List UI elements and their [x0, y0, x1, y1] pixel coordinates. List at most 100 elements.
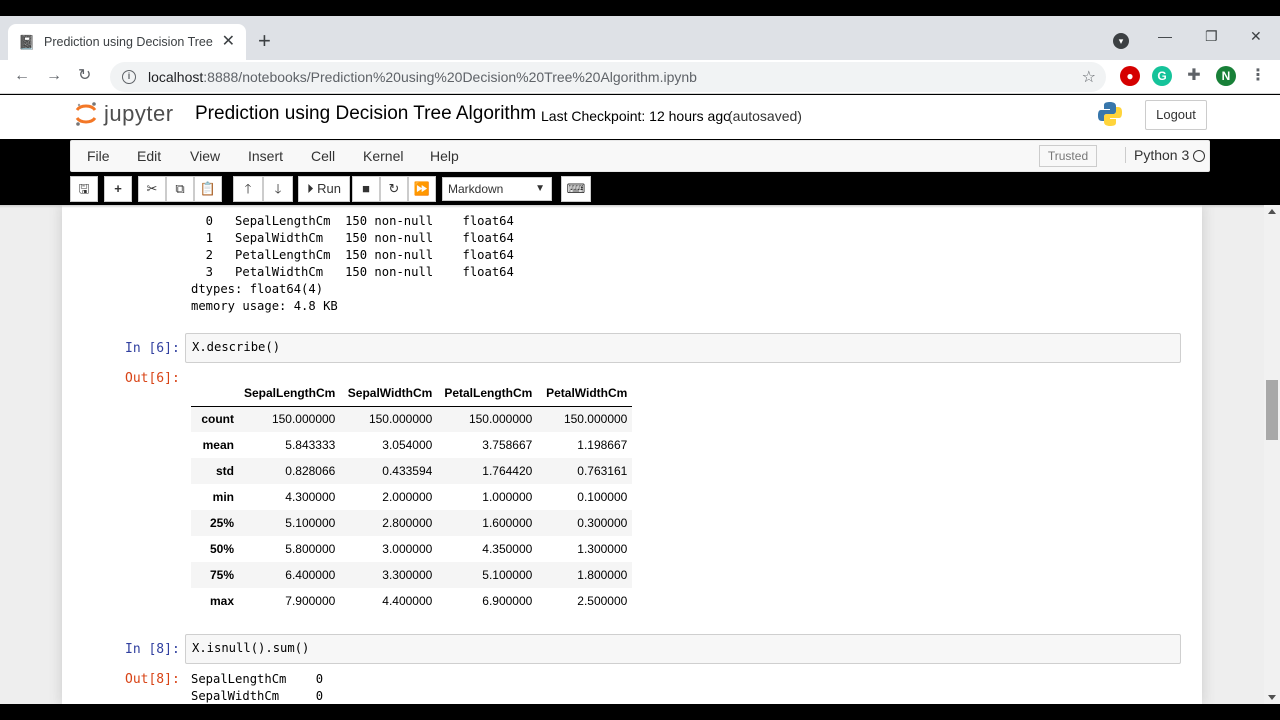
save-icon[interactable]: 🖫	[70, 176, 98, 202]
table-cell: 5.800000	[285, 542, 336, 556]
row-index: 50%	[209, 542, 234, 556]
scroll-up-icon[interactable]	[1268, 209, 1276, 214]
forward-arrow-icon[interactable]: →	[46, 66, 62, 86]
site-info-icon[interactable]: i	[122, 70, 136, 84]
bookmark-star-icon[interactable]: ☆	[1082, 67, 1096, 87]
table-cell: 4.300000	[285, 490, 336, 504]
table-cell: 0.763161	[577, 464, 628, 478]
logout-button[interactable]: Logout	[1145, 100, 1207, 130]
row-index: mean	[202, 438, 234, 452]
menu-view[interactable]: View	[190, 148, 220, 164]
kernel-name[interactable]: Python 3	[1125, 147, 1189, 163]
url-host: localhost	[148, 69, 204, 85]
jupyter-favicon-icon: 📓	[18, 34, 36, 50]
column-header: PetalLengthCm	[437, 380, 538, 407]
copy-icon[interactable]: ⧉	[166, 176, 194, 202]
cell6-input[interactable]: X.describe()	[185, 333, 1181, 363]
paste-icon[interactable]: 📋	[194, 176, 222, 202]
table-cell: 3.300000	[382, 568, 433, 582]
info-memory: memory usage: 4.8 KB	[191, 299, 338, 313]
minimize-button[interactable]: —	[1158, 28, 1172, 44]
table-row: max 7.900000 4.400000 6.900000 2.500000	[191, 588, 632, 614]
move-down-icon[interactable]: 🡓	[263, 176, 293, 202]
new-tab-button[interactable]: +	[258, 28, 271, 54]
browser-tabstrip: 📓 Prediction using Decision Tree Al ✕ + …	[0, 16, 1280, 60]
table-cell: 0.300000	[577, 516, 628, 530]
cut-icon[interactable]: ✂	[138, 176, 166, 202]
interrupt-icon[interactable]: ■	[352, 176, 380, 202]
cell8-in-prompt: In [8]:	[125, 642, 180, 657]
isnull-line: SepalWidthCm 0	[191, 689, 324, 703]
table-cell: 1.600000	[482, 516, 533, 530]
table-row: 75% 6.400000 3.300000 5.100000 1.800000	[191, 562, 633, 588]
table-cell: 1.800000	[577, 568, 628, 582]
jupyter-logo-text: jupyter	[104, 101, 174, 126]
menu-kernel[interactable]: Kernel	[363, 148, 403, 164]
table-cell: 5.100000	[285, 516, 336, 530]
row-index: 75%	[209, 568, 234, 582]
isnull-line: SepalLengthCm 0	[191, 672, 324, 686]
table-cell: 0.828066	[285, 464, 336, 478]
info-row: 0 SepalLengthCm 150 non-null float64	[191, 214, 514, 228]
notebook-page: --- ------ -------------- ----- 0 SepalL…	[62, 205, 1202, 704]
extensions-puzzle-icon[interactable]: ✚	[1184, 66, 1204, 86]
browser-toolbar: ← → ↻ i localhost:8888/notebooks/Predict…	[0, 60, 1280, 94]
top-letterbox	[0, 0, 1280, 16]
table-row: 50% 5.800000 3.000000 4.350000 1.300000	[191, 536, 632, 562]
restore-button[interactable]: ❐	[1205, 28, 1218, 45]
table-cell: 1.000000	[482, 490, 533, 504]
menu-edit[interactable]: Edit	[137, 148, 161, 164]
browser-menu-icon[interactable]: ⋮	[1248, 66, 1268, 86]
table-cell: 5.843333	[285, 438, 336, 452]
menu-cell[interactable]: Cell	[311, 148, 335, 164]
column-header: SepalLengthCm	[239, 380, 341, 407]
profile-avatar[interactable]: N	[1216, 66, 1236, 86]
python-logo-icon	[1098, 102, 1122, 126]
adblock-extension-icon[interactable]: ●	[1120, 66, 1140, 86]
scrollbar-thumb[interactable]	[1266, 380, 1278, 440]
tab-search-icon[interactable]: ▾	[1113, 33, 1129, 49]
jupyter-logo[interactable]: jupyter	[74, 100, 174, 128]
keyboard-icon[interactable]: ⌨	[561, 176, 591, 202]
address-bar[interactable]: i localhost:8888/notebooks/Prediction%20…	[110, 62, 1106, 92]
table-row: std 0.828066 0.433594 1.764420 0.763161	[191, 458, 633, 484]
grammarly-extension-icon[interactable]: G	[1152, 66, 1172, 86]
table-cell: 5.100000	[482, 568, 533, 582]
menu-insert[interactable]: Insert	[248, 148, 283, 164]
tab-close-icon[interactable]: ✕	[221, 34, 236, 50]
table-cell: 150.000000	[468, 412, 533, 427]
page-scrollbar[interactable]	[1264, 205, 1280, 704]
table-header-row: SepalLengthCm SepalWidthCm PetalLengthCm…	[191, 380, 633, 407]
run-button[interactable]: ⏵ Run	[298, 176, 350, 202]
menu-help[interactable]: Help	[430, 148, 459, 164]
back-arrow-icon[interactable]: ←	[14, 66, 30, 86]
browser-tab[interactable]: 📓 Prediction using Decision Tree Al ✕	[8, 24, 246, 60]
table-cell: 6.900000	[482, 594, 533, 608]
table-cell: 7.900000	[285, 594, 336, 608]
menu-file[interactable]: File	[87, 148, 110, 164]
cell8-input[interactable]: X.isnull().sum()	[185, 634, 1181, 664]
url-path: :8888/notebooks/Prediction%20using%20Dec…	[203, 69, 697, 85]
scroll-down-icon[interactable]	[1268, 695, 1276, 700]
move-up-icon[interactable]: 🡑	[233, 176, 263, 202]
cell6-in-prompt: In [6]:	[125, 341, 180, 356]
table-row: mean 5.843333 3.054000 3.758667 1.198667	[191, 432, 632, 458]
checkpoint-status: Last Checkpoint: 12 hours ago	[541, 108, 731, 124]
restart-icon[interactable]: ↻	[380, 176, 408, 202]
close-window-button[interactable]: ✕	[1250, 28, 1262, 45]
index-header	[191, 380, 239, 407]
fast-forward-icon[interactable]: ⏩	[408, 176, 436, 202]
row-index: std	[216, 464, 234, 478]
table-cell: 3.758667	[482, 438, 533, 452]
info-dtypes: dtypes: float64(4)	[191, 282, 324, 296]
column-header: SepalWidthCm	[340, 380, 438, 407]
table-cell: 2.000000	[382, 490, 433, 504]
notebook-title[interactable]: Prediction using Decision Tree Algorithm	[195, 103, 536, 125]
insert-cell-icon[interactable]: +	[104, 176, 132, 202]
trusted-indicator[interactable]: Trusted	[1039, 145, 1097, 167]
run-icon: ⏵	[307, 181, 314, 196]
reload-icon[interactable]: ↻	[78, 66, 91, 86]
screen: 📓 Prediction using Decision Tree Al ✕ + …	[0, 0, 1280, 720]
cell-type-select[interactable]: Markdown ▼	[442, 177, 552, 201]
row-index: min	[212, 490, 234, 504]
